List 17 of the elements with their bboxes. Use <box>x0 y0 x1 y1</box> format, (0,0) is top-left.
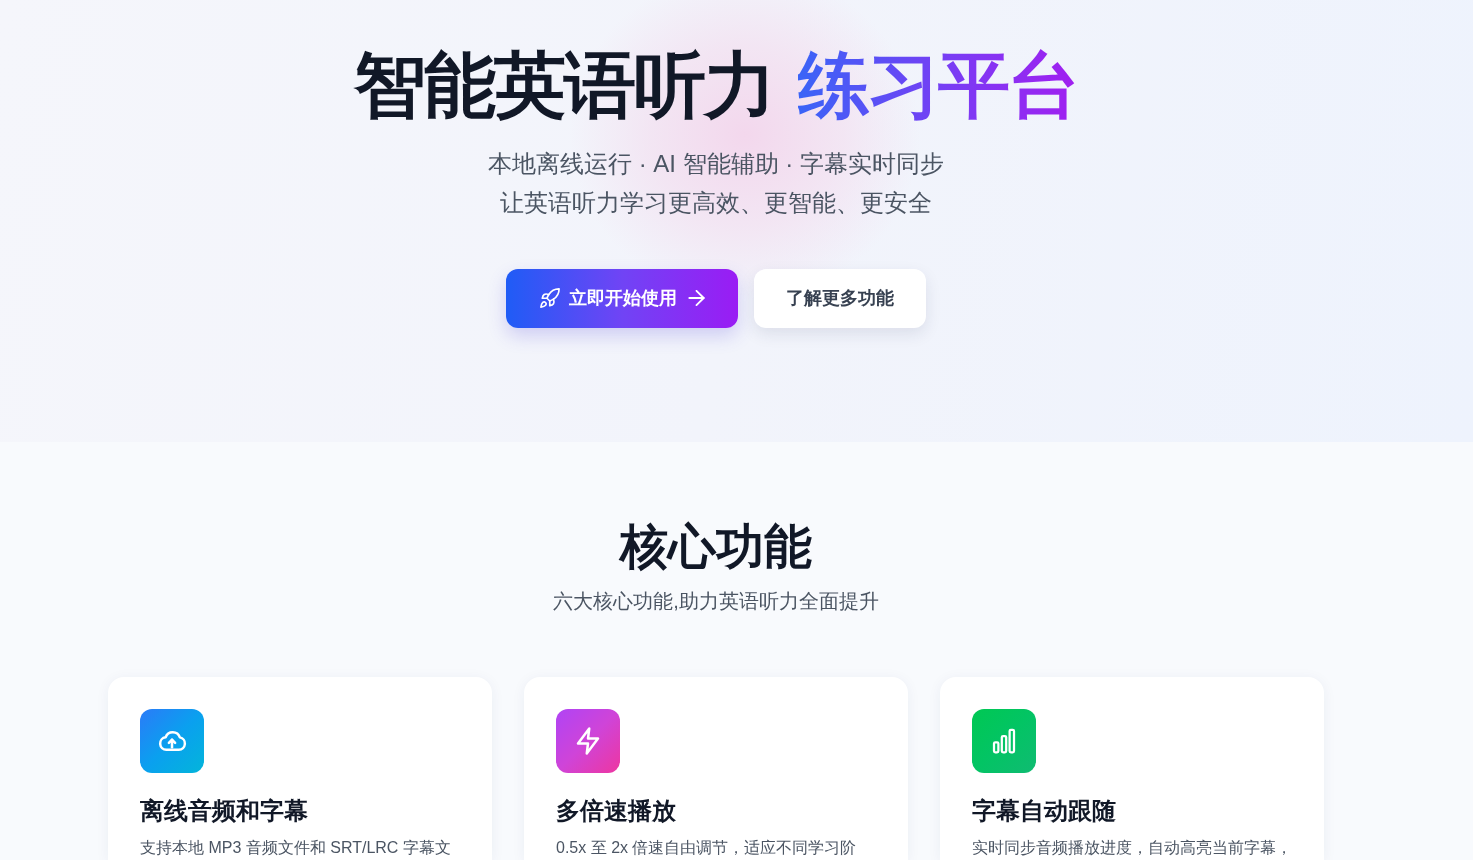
cloud-upload-icon <box>140 709 204 773</box>
section-title: 核心功能 <box>620 519 812 575</box>
feature-title: 字幕自动跟随 <box>972 796 1117 826</box>
feature-description: 0.5x 至 2x 倍速自由调节，适应不同学习阶 <box>556 838 858 858</box>
lightning-bolt-icon <box>556 709 620 773</box>
feature-title: 离线音频和字幕 <box>140 796 309 826</box>
rocket-icon <box>540 288 560 309</box>
hero-title: 智能英语听力 练习平台 <box>354 44 1078 127</box>
section-subtitle: 六大核心功能,助力英语听力全面提升 <box>553 589 879 614</box>
start-button[interactable]: 立即开始使用 <box>506 268 738 328</box>
feature-title: 多倍速播放 <box>556 796 677 826</box>
hero-tagline: 本地离线运行 · AI 智能辅助 · 字幕实时同步 <box>488 148 944 179</box>
feature-description: 实时同步音频播放进度，自动高亮当前字幕， <box>972 838 1292 858</box>
bar-chart-icon <box>972 709 1036 773</box>
hero-tagline: 让英语听力学习更高效、更智能、更安全 <box>500 187 932 218</box>
learn-more-button[interactable]: 了解更多功能 <box>754 268 926 328</box>
feature-description: 支持本地 MP3 音频文件和 SRT/LRC 字幕文 <box>140 838 452 858</box>
